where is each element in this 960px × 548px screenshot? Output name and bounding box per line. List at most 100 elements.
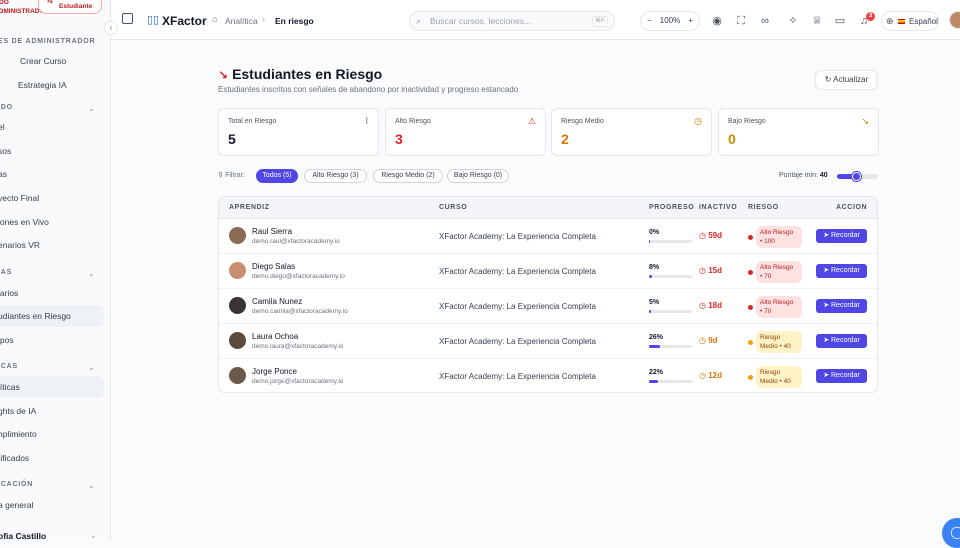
inactive-days: ◷ 18d [699, 301, 722, 310]
chat-icon[interactable]: ▭ [833, 14, 847, 28]
filter-chip[interactable]: Bajo Riesgo (0) [447, 169, 509, 183]
chevron-down-icon[interactable]: ⌄ [90, 531, 97, 540]
clock-icon: ◷ [699, 371, 709, 380]
sidebar-item[interactable]: sos [0, 140, 104, 162]
swap-icon: ⇆ [47, 0, 53, 5]
sidebar-item[interactable]: ghts de IA [0, 400, 104, 422]
zoom-in-button[interactable]: + [688, 12, 693, 30]
risk-badge: Riesgo Medio • 40 [756, 331, 802, 353]
search-input[interactable]: ⌕ Buscar cursos, lecciones... ⌘K [409, 11, 615, 31]
sidebar-user-name[interactable]: ofia Castillo [0, 531, 46, 540]
filter-chip[interactable]: Todos (5) [256, 169, 298, 183]
risk-label: Riesgo [760, 334, 781, 341]
min-score-label: Puntaje min: 40 [779, 172, 828, 179]
sidebar-item[interactable]: el [0, 116, 104, 138]
user-avatar[interactable] [949, 11, 960, 29]
toggle-sidebar-icon[interactable] [122, 13, 133, 24]
sidebar-item[interactable]: ipos [0, 329, 104, 351]
sidebar-section-header[interactable]: IAS ⌄ [0, 269, 95, 278]
sidebar-item[interactable]: as [0, 163, 104, 185]
remind-label: Recordar [831, 267, 860, 274]
brand-name[interactable]: XFactor [162, 14, 207, 28]
warning-icon: ⚠ [527, 116, 536, 126]
sidebar-item[interactable]: yecto Final [0, 187, 104, 209]
refresh-label: Actualizar [833, 75, 869, 84]
filter-chip[interactable]: Alto Riesgo (3) [304, 169, 367, 183]
risk-score: Medio • 40 [760, 378, 791, 385]
min-score-slider[interactable] [837, 172, 878, 181]
fullscreen-icon[interactable]: ⛶ [734, 14, 748, 28]
learner-name: Raul Sierra [252, 227, 293, 236]
table-row: Camila Nunez demo.camila@xfactoracademy.i… [219, 289, 877, 324]
language-selector[interactable]: ⊕ Español [881, 11, 939, 31]
refresh-button[interactable]: ↻ Actualizar [815, 70, 878, 90]
section-title: ICACIÓN [0, 481, 34, 488]
progress-value: 0% [649, 229, 660, 236]
sidebar-item[interactable]: nplimiento [0, 423, 104, 445]
risk-score: Medio • 40 [760, 343, 791, 350]
progress-bar [649, 240, 692, 243]
collapse-sidebar-button[interactable]: ‹ [104, 21, 118, 35]
section-title: IAS [0, 269, 13, 276]
sidebar-item[interactable]: iarios [0, 282, 104, 304]
sparkles-icon[interactable]: ✧ [786, 14, 800, 28]
stat-label: Total en Riesgo [228, 118, 277, 125]
sidebar-item[interactable]: udiantes en Riesgo [0, 305, 104, 327]
sidebar-item[interactable]: líticas [0, 376, 104, 398]
column-header-inactive: INACTIVO [699, 204, 738, 211]
zoom-out-button[interactable]: − [647, 12, 652, 30]
sidebar-section-header[interactable]: ICACIÓN ⌄ [0, 481, 95, 490]
send-icon: ➤ [823, 337, 831, 344]
sidebar-item[interactable]: Crear Curso [0, 50, 104, 72]
progress-fill [649, 275, 653, 278]
remind-button[interactable]: ➤ Recordar [816, 229, 867, 243]
progress-value: 22% [649, 369, 664, 376]
sidebar-mode-header: ODO ADMINISTRADOR ⇆ Estudiante [0, 0, 110, 18]
globe-icon: ⊕ [886, 16, 894, 26]
home-icon: ⌂ [212, 14, 218, 24]
zoom-control: − 100% + [640, 11, 700, 31]
stat-value: 0 [728, 131, 736, 147]
remind-button[interactable]: ➤ Recordar [816, 369, 867, 383]
learner-name: Jorge Ponce [252, 367, 297, 376]
learner-name: Laura Ochoa [252, 332, 299, 341]
filter-label: ⊽ Filtrar: [218, 171, 245, 179]
sidebar-section-header[interactable]: ICAS ⌄ [0, 363, 95, 372]
avatar [229, 227, 246, 244]
book-icon: ▯▯ [147, 14, 160, 26]
sidebar-item[interactable]: enarios VR [0, 234, 104, 256]
sidebar-item[interactable]: iones en Vivo [0, 211, 104, 233]
risk-dot [748, 270, 753, 275]
breadcrumb-analytics[interactable]: Analítica [225, 16, 258, 26]
sidebar-section-header[interactable]: ES DE ADMINISTRADOR [0, 38, 95, 45]
chat-fab-button[interactable]: ◯ [942, 518, 960, 548]
sidebar-section-header[interactable]: IDO ⌄ [0, 104, 95, 113]
progress-fill [649, 310, 652, 313]
sidebar-item[interactable]: tificados [0, 447, 104, 469]
sidebar-item[interactable]: Estrategia IA [0, 74, 104, 96]
remind-button[interactable]: ➤ Recordar [816, 334, 867, 348]
filter-chip[interactable]: Riesgo Medio (2) [373, 169, 443, 183]
sidebar-item[interactable]: a general [0, 494, 104, 516]
stat-value: 3 [395, 131, 403, 147]
remind-button[interactable]: ➤ Recordar [816, 264, 867, 278]
column-header-progress: PROGRESO [649, 204, 695, 211]
switch-to-student-button[interactable]: ⇆ Estudiante [38, 0, 102, 14]
progress-bar [649, 310, 692, 313]
learner-name: Diego Salas [252, 262, 296, 271]
risk-label: Riesgo [760, 369, 781, 376]
chat-bubble-icon: ◯ [950, 525, 960, 539]
remind-button[interactable]: ➤ Recordar [816, 299, 867, 313]
table-row: Raul Sierra demo.raul@xfactoracademy.io XF… [219, 219, 877, 254]
clock-icon: ◷ [699, 301, 709, 310]
eye-icon[interactable]: ◉ [710, 14, 724, 28]
trophy-icon[interactable]: ♕ [810, 14, 824, 28]
slider-handle[interactable] [852, 172, 862, 181]
trending-down-icon: ↘ [861, 116, 869, 126]
learner-email: demo.raul@xfactoracademy.io [252, 238, 340, 245]
main-content: ↘ Estudiantes en Riesgo Estudiantes inscr… [111, 40, 960, 540]
trending-down-icon: ↘ [218, 68, 229, 82]
glasses-icon[interactable]: ∞ [758, 14, 772, 28]
table-row: Diego Salas demo.diego@xfactoracademy.io X… [219, 254, 877, 289]
page-title: ↘ Estudiantes en Riesgo [218, 66, 382, 82]
